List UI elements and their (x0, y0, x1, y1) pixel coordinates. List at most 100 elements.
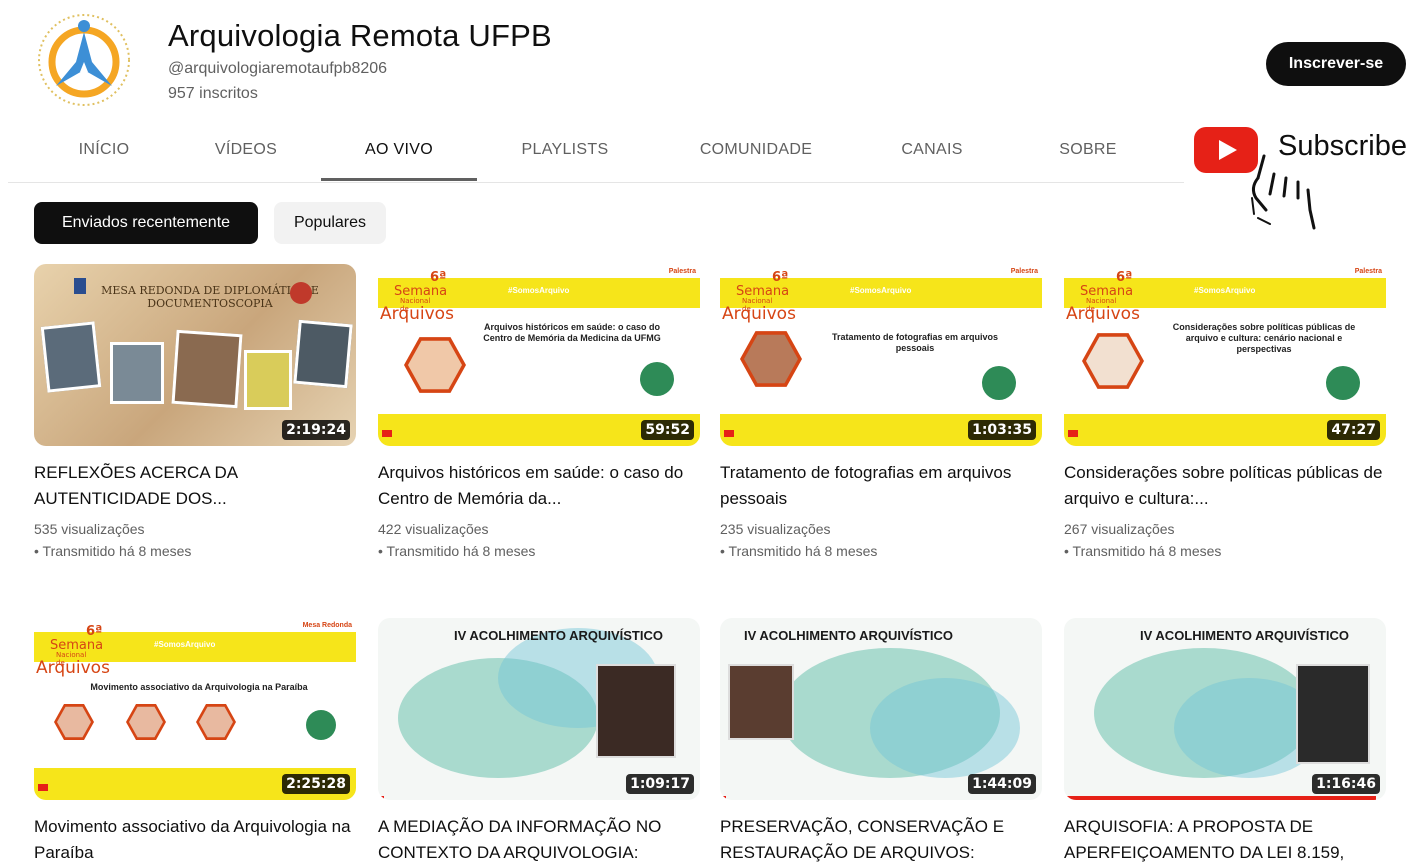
video-title[interactable]: A MEDIAÇÃO DA INFORMAÇÃO NO CONTEXTO DA … (378, 814, 700, 866)
video-metadata: 535 visualizações • Transmitido há 8 mes… (34, 518, 356, 562)
video-title[interactable]: Movimento associativo da Arquivologia na… (34, 814, 356, 866)
video-title[interactable]: Considerações sobre políticas públicas d… (1064, 460, 1386, 512)
chip-recent[interactable]: Enviados recentemente (34, 202, 258, 244)
view-count: 235 visualizações (720, 521, 831, 537)
pointing-hand-icon (1251, 154, 1316, 230)
thumbnail-text: IV ACOLHIMENTO ARQUIVÍSTICO (744, 628, 953, 643)
video-duration: 1:16:46 (1312, 774, 1380, 794)
channel-logo-icon (38, 14, 130, 106)
youtube-play-icon (38, 784, 48, 791)
speaker-photo (596, 664, 676, 758)
view-count: 267 visualizações (1064, 521, 1175, 537)
video-card: IV ACOLHIMENTO ARQUIVÍSTICO 1:44:09 PRES… (720, 618, 1042, 866)
video-thumbnail[interactable]: #SomosArquivo Palestra 6ª Semana Nacional … (720, 264, 1042, 446)
channel-header: Arquivologia Remota UFPB @arquivologiare… (0, 0, 1414, 120)
video-title[interactable]: REFLEXÕES ACERCA DA AUTENTICIDADE DOS... (34, 460, 356, 512)
video-duration: 2:19:24 (282, 420, 350, 440)
video-card: #SomosArquivo Palestra 6ª Semana Nacional … (378, 264, 700, 562)
stream-date: • Transmitido há 8 meses (720, 543, 878, 559)
thumbnail-text: Tratamento de fotografias em arquivos pe… (831, 332, 999, 353)
hashtag-label: #SomosArquivo (850, 286, 912, 295)
subscribe-button[interactable]: Inscrever-se (1266, 42, 1406, 86)
speaker-photo (293, 319, 353, 389)
video-thumbnail[interactable]: #SomosArquivo Mesa Redonda 6ª Semana Nacio… (34, 618, 356, 800)
video-card: MESA REDONDA DE DIPLOMÁTICA E DOCUMENTOS… (34, 264, 356, 562)
thumbnail-text: Movimento associativo da Arquivologia na… (90, 682, 308, 692)
chip-popular[interactable]: Populares (274, 202, 386, 244)
video-duration: 1:03:35 (968, 420, 1036, 440)
speaker-photo (1082, 333, 1144, 389)
youtube-play-icon (724, 430, 734, 437)
channel-handle: @arquivologiaremotaufpb8206 (168, 60, 388, 77)
speaker-photo (196, 704, 236, 740)
speaker-photo (728, 664, 794, 740)
speaker-photo (110, 342, 164, 404)
video-title[interactable]: Arquivos históricos em saúde: o caso do … (378, 460, 700, 512)
view-count: 422 visualizações (378, 521, 489, 537)
tab-playlists[interactable]: PLAYLISTS (501, 120, 629, 181)
channel-tabs: INÍCIO VÍDEOS AO VIVO PLAYLISTS COMUNIDA… (8, 120, 1184, 183)
speaker-photo (640, 362, 674, 396)
youtube-play-icon (382, 430, 392, 437)
video-thumbnail[interactable]: IV ACOLHIMENTO ARQUIVÍSTICO 1:44:09 (720, 618, 1042, 800)
video-card: IV ACOLHIMENTO ARQUIVÍSTICO 1:16:46 ARQU… (1064, 618, 1386, 866)
video-metadata: 422 visualizações • Transmitido há 8 mes… (378, 518, 700, 562)
tab-inicio[interactable]: INÍCIO (56, 120, 152, 181)
speaker-photo (1296, 664, 1370, 764)
speaker-photo (982, 366, 1016, 400)
stream-date: • Transmitido há 8 meses (1064, 543, 1222, 559)
thumbnail-text: Considerações sobre políticas públicas d… (1172, 322, 1356, 354)
tab-comunidade[interactable]: COMUNIDADE (686, 120, 826, 181)
video-thumbnail[interactable]: #SomosArquivo Palestra 6ª Semana Nacional … (1064, 264, 1386, 446)
video-card: #SomosArquivo Palestra 6ª Semana Nacional … (720, 264, 1042, 562)
video-title[interactable]: PRESERVAÇÃO, CONSERVAÇÃO E RESTAURAÇÃO D… (720, 814, 1042, 866)
logo-icon (290, 282, 312, 304)
video-card: #SomosArquivo Mesa Redonda 6ª Semana Nacio… (34, 618, 356, 866)
thumbnail-text: IV ACOLHIMENTO ARQUIVÍSTICO (454, 628, 663, 643)
video-duration: 1:44:09 (968, 774, 1036, 794)
session-type-label: Palestra (1010, 268, 1038, 275)
thumbnail-text: MESA REDONDA DE DIPLOMÁTICA E DOCUMENTOS… (101, 284, 319, 310)
tab-sobre[interactable]: SOBRE (1038, 120, 1138, 181)
speaker-photo (54, 704, 94, 740)
tab-canais[interactable]: CANAIS (883, 120, 981, 181)
watch-progress-bar (1064, 796, 1377, 800)
speaker-photo (404, 337, 466, 393)
hashtag-label: #SomosArquivo (1194, 286, 1256, 295)
subscribe-overlay: Subscribe (1192, 122, 1414, 232)
video-duration: 1:09:17 (626, 774, 694, 794)
video-thumbnail[interactable]: MESA REDONDA DE DIPLOMÁTICA E DOCUMENTOS… (34, 264, 356, 446)
speaker-photo (740, 331, 802, 387)
hashtag-label: #SomosArquivo (154, 640, 216, 649)
stream-date: • Transmitido há 8 meses (34, 543, 192, 559)
session-type-label: Palestra (668, 268, 696, 275)
video-card: #SomosArquivo Palestra 6ª Semana Nacional … (1064, 264, 1386, 562)
hashtag-label: #SomosArquivo (508, 286, 570, 295)
video-thumbnail[interactable]: IV ACOLHIMENTO ARQUIVÍSTICO 1:09:17 (378, 618, 700, 800)
video-duration: 47:27 (1327, 420, 1380, 440)
channel-title: Arquivologia Remota UFPB (168, 18, 552, 53)
video-thumbnail[interactable]: IV ACOLHIMENTO ARQUIVÍSTICO 1:16:46 (1064, 618, 1386, 800)
thumbnail-text: IV ACOLHIMENTO ARQUIVÍSTICO (1140, 628, 1349, 643)
speaker-photo (1326, 366, 1360, 400)
stream-date: • Transmitido há 8 meses (378, 543, 536, 559)
view-count: 535 visualizações (34, 521, 145, 537)
video-title[interactable]: Tratamento de fotografias em arquivos pe… (720, 460, 1042, 512)
channel-avatar[interactable] (36, 12, 132, 108)
video-thumbnail[interactable]: #SomosArquivo Palestra 6ª Semana Nacional … (378, 264, 700, 446)
watch-progress-bar (378, 796, 385, 800)
tab-videos[interactable]: VÍDEOS (194, 120, 298, 181)
speaker-photo (171, 329, 243, 409)
speaker-photo (244, 350, 292, 410)
session-type-label: Palestra (1354, 268, 1382, 275)
video-title[interactable]: ARQUISOFIA: A PROPOSTA DE APERFEIÇOAMENT… (1064, 814, 1386, 866)
speaker-photo (126, 704, 166, 740)
watch-progress-bar (720, 796, 727, 800)
video-metadata: 235 visualizações • Transmitido há 8 mes… (720, 518, 1042, 562)
thumbnail-text: Arquivos históricos em saúde: o caso do … (483, 322, 661, 343)
video-card: IV ACOLHIMENTO ARQUIVÍSTICO 1:09:17 A ME… (378, 618, 700, 866)
subscriber-count: 957 inscritos (168, 85, 258, 102)
speaker-photo (40, 321, 102, 393)
tab-ao-vivo[interactable]: AO VIVO (321, 120, 477, 181)
session-type-label: Mesa Redonda (302, 622, 352, 629)
